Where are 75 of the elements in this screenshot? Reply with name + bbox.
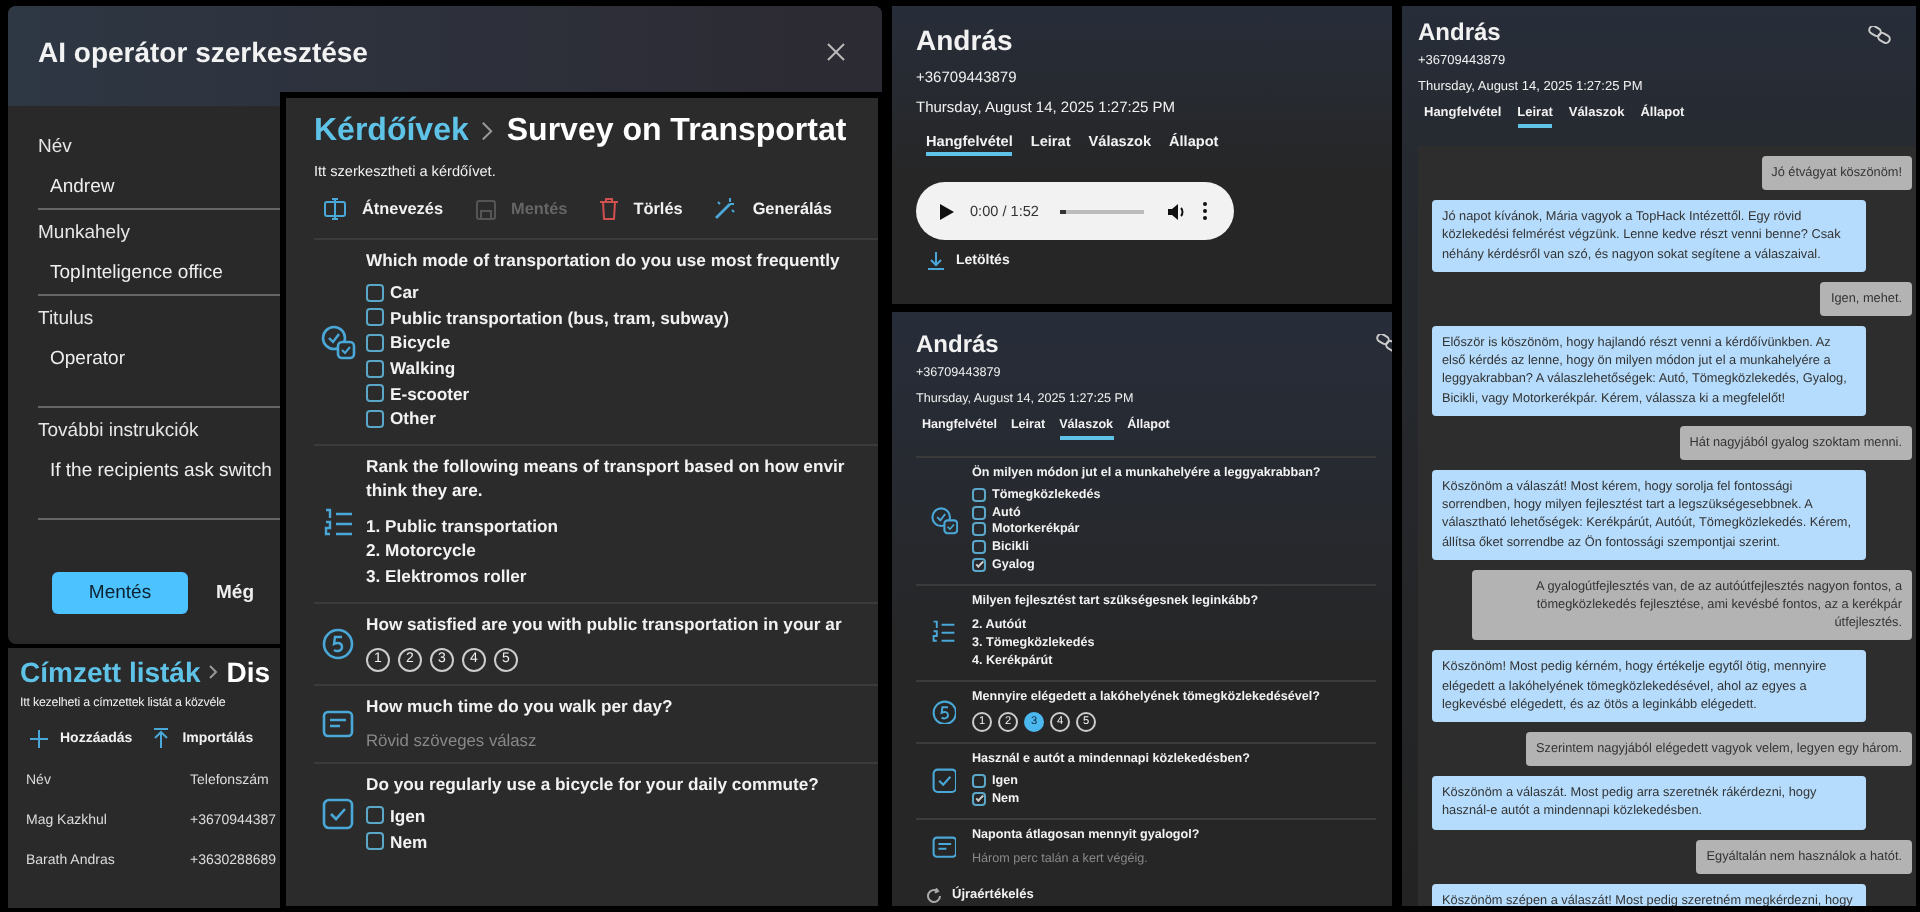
checkbox[interactable] [972, 487, 986, 502]
question-text: How satisfied are you with public transportation in your ar [366, 611, 842, 636]
page-title: Survey on Transportat [506, 114, 847, 150]
question-text: think they are. [366, 477, 485, 502]
ranked-item: 1. Public transportation [366, 513, 560, 539]
chain-link-icon[interactable] [1868, 26, 1892, 44]
option-label: Igen [390, 805, 426, 826]
question-text: Rank the following means of transport based on how envir [366, 453, 845, 478]
text-field-icon [931, 835, 957, 859]
numbered-list-icon [932, 620, 956, 646]
checkbox[interactable] [366, 409, 384, 428]
contact-name: András [916, 330, 999, 358]
close-icon[interactable] [826, 42, 846, 62]
field-label: Munkahely [38, 222, 132, 246]
save-button[interactable]: Mentés [52, 572, 188, 614]
option-label: Car [390, 282, 419, 303]
option-label: E-scooter [390, 383, 470, 404]
rename-icon [324, 198, 346, 220]
checkbox[interactable] [366, 308, 384, 327]
volume-icon[interactable] [1167, 203, 1185, 219]
checkbox[interactable] [366, 359, 384, 378]
generate-button[interactable]: Generálás [714, 198, 832, 220]
checkbox[interactable] [972, 558, 986, 573]
text-field-icon [322, 709, 354, 738]
plus-icon [30, 729, 48, 747]
numbered-list-icon [324, 507, 352, 540]
refresh-icon [926, 887, 942, 904]
checkmarks-icon [320, 323, 356, 360]
contact-name: András [1418, 18, 1501, 46]
ranked-item: 2. Motorcycle [366, 538, 478, 564]
delete-button[interactable]: Törlés [599, 198, 683, 220]
checkbox[interactable] [366, 832, 384, 851]
checkbox[interactable] [366, 283, 384, 302]
question-text: How much time do you walk per day? [366, 693, 675, 718]
circle-icon [931, 699, 957, 725]
magic-wand-icon [714, 198, 737, 220]
checkbox-icon [931, 767, 957, 794]
page-title: Dis [226, 656, 271, 688]
field-label: Név [38, 136, 74, 160]
checkbox[interactable] [972, 540, 986, 555]
checkbox[interactable] [972, 505, 986, 520]
play-icon[interactable] [940, 203, 954, 219]
checkbox[interactable] [366, 806, 384, 825]
field-label: Titulus [38, 308, 96, 332]
trash-icon [599, 198, 618, 220]
question-text: Which mode of transportation do you use most frequently [366, 248, 840, 272]
option-label: Nem [390, 831, 428, 852]
circle-icon [322, 627, 354, 660]
ranked-item: 3. Elektromos roller [366, 563, 529, 590]
save-icon [475, 199, 496, 219]
checkbox[interactable] [972, 522, 986, 537]
rename-button[interactable]: Átnevezés [324, 198, 444, 220]
option-label: Bicycle [390, 332, 451, 353]
checkbox[interactable] [972, 791, 986, 806]
contact-name: András [916, 24, 1013, 58]
checkmarks-icon [929, 506, 959, 536]
dialog-title: AI operátor szerkesztése [38, 36, 368, 68]
breadcrumb-link[interactable]: Címzett listák [20, 656, 201, 688]
breadcrumb-link[interactable]: Kérdőívek [314, 114, 469, 150]
more-button[interactable]: Még [216, 572, 254, 614]
more-options-icon[interactable] [1201, 202, 1207, 220]
checkbox[interactable] [366, 333, 384, 352]
upload-icon [152, 728, 171, 748]
chevron-icon [480, 120, 495, 144]
field-label: További instrukciók [38, 420, 201, 444]
checkbox-icon [322, 798, 354, 831]
option-label: Other [390, 408, 436, 429]
answer-field[interactable]: Rövid szöveges válasz [366, 729, 846, 750]
download-icon [928, 252, 944, 270]
chevron-icon [208, 664, 219, 680]
option-label: Public transportation (bus, tram, subway) [390, 307, 730, 328]
checkbox[interactable] [366, 384, 384, 403]
checkbox[interactable] [972, 773, 986, 788]
option-label: Walking [390, 358, 456, 379]
question-text: Do you regularly use a bicycle for your daily commute? [366, 771, 819, 796]
